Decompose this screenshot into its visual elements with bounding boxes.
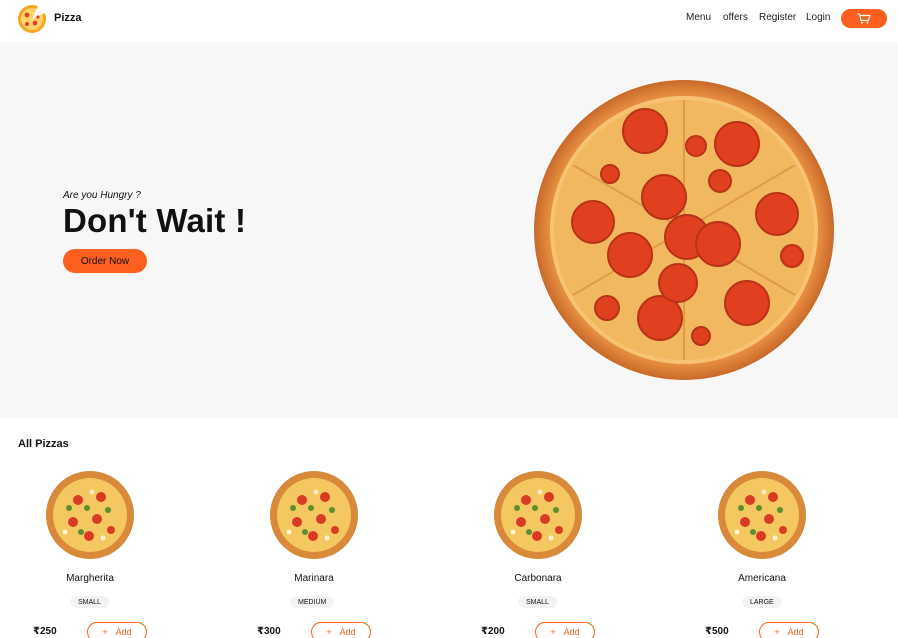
hero-title: Don't Wait ! bbox=[63, 202, 247, 239]
pizza-image[interactable] bbox=[269, 470, 359, 560]
product-card: Marinara MEDIUM ₹300 + Add bbox=[224, 470, 404, 638]
add-button-label: Add bbox=[563, 627, 580, 637]
nav-register-link[interactable]: Register bbox=[759, 12, 796, 23]
pizza-image[interactable] bbox=[45, 470, 135, 560]
pepperoni-pizza-image bbox=[534, 80, 834, 380]
add-button-label: Add bbox=[115, 627, 132, 637]
product-name: Carbonara bbox=[514, 573, 562, 584]
cart-button[interactable] bbox=[841, 9, 887, 28]
product-card: Margherita SMALL ₹250 + Add bbox=[0, 470, 180, 638]
pizza-image[interactable] bbox=[493, 470, 583, 560]
product-price: ₹200 bbox=[481, 626, 505, 637]
product-price: ₹300 bbox=[257, 626, 281, 637]
product-name: Marinara bbox=[294, 573, 334, 584]
nav-menu-link[interactable]: Menu bbox=[686, 12, 711, 23]
product-card: Americana LARGE ₹500 + Add bbox=[672, 470, 852, 638]
plus-icon: + bbox=[326, 627, 332, 637]
nav-offers-link[interactable]: offers bbox=[723, 12, 748, 23]
hero-section: Are you Hungry ? Don't Wait ! Order Now bbox=[0, 42, 898, 418]
size-badge: SMALL bbox=[518, 596, 557, 608]
plus-icon: + bbox=[102, 627, 108, 637]
add-to-cart-button[interactable]: + Add bbox=[311, 622, 371, 638]
product-price: ₹250 bbox=[33, 626, 57, 637]
product-name: Americana bbox=[738, 573, 786, 584]
plus-icon: + bbox=[774, 627, 780, 637]
product-card: Carbonara SMALL ₹200 + Add bbox=[448, 470, 628, 638]
add-to-cart-button[interactable]: + Add bbox=[759, 622, 819, 638]
add-to-cart-button[interactable]: + Add bbox=[535, 622, 595, 638]
size-badge: MEDIUM bbox=[290, 596, 335, 608]
all-pizzas-heading: All Pizzas bbox=[18, 438, 69, 450]
size-badge: SMALL bbox=[70, 596, 109, 608]
pizza-logo-icon[interactable] bbox=[16, 3, 48, 35]
pizza-image[interactable] bbox=[717, 470, 807, 560]
brand-name[interactable]: Pizza bbox=[54, 12, 82, 24]
cart-icon bbox=[857, 13, 871, 24]
nav-login-link[interactable]: Login bbox=[806, 12, 830, 23]
add-button-label: Add bbox=[787, 627, 804, 637]
product-price: ₹500 bbox=[705, 626, 729, 637]
size-badge: LARGE bbox=[742, 596, 782, 608]
order-now-button[interactable]: Order Now bbox=[63, 249, 147, 273]
hero-subtitle: Are you Hungry ? bbox=[63, 190, 141, 201]
product-name: Margherita bbox=[66, 573, 114, 584]
add-button-label: Add bbox=[339, 627, 356, 637]
top-navbar: Pizza Menu offers Register Login bbox=[0, 0, 898, 42]
add-to-cart-button[interactable]: + Add bbox=[87, 622, 147, 638]
plus-icon: + bbox=[550, 627, 556, 637]
